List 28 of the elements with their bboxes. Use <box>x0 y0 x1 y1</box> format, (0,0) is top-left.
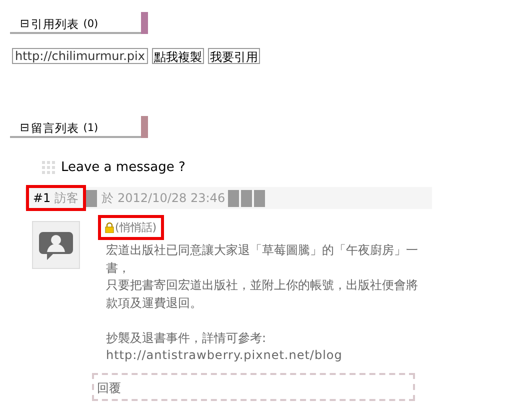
reply-link[interactable]: 回覆 <box>92 372 415 400</box>
redacted-block <box>228 190 240 206</box>
comment-text: 宏道出版社已同意讓大家退「草莓圖騰」的「午夜廚房」一書， <box>106 242 419 276</box>
trackback-button[interactable]: 我要引用 <box>208 48 260 64</box>
comment-author: 訪客 <box>54 190 79 206</box>
redacted-block <box>241 190 252 206</box>
leave-message-link[interactable]: Leave a message ? <box>61 160 186 175</box>
blog-link[interactable]: http://antistrawberry.pixnet.net/blog <box>106 347 422 364</box>
url-field[interactable]: http://chilimurmur.pix <box>12 48 148 64</box>
section-title: 引用列表 <box>31 16 80 32</box>
grid-icon <box>42 161 55 174</box>
collapse-toggle[interactable]: ⊟ <box>20 120 30 136</box>
collapse-toggle[interactable]: ⊟ <box>20 16 30 32</box>
lock-icon <box>105 222 114 233</box>
trackback-button[interactable]: 點我複製 <box>152 48 204 64</box>
redacted-block <box>254 190 266 206</box>
comment-number: #1 <box>33 191 51 205</box>
comment-text: 只要把書寄回宏道出版社，並附上你的帳號，出版社便會將款項及運費退回。 <box>106 277 419 312</box>
redacted-block <box>86 190 97 206</box>
header-accent <box>141 116 148 138</box>
section-count: (1) <box>83 121 98 136</box>
comment-date: 於 2012/10/28 23:46 <box>102 190 226 206</box>
header-accent <box>141 12 148 34</box>
private-label: (悄悄話) <box>115 220 157 235</box>
section-count: (0) <box>83 17 98 32</box>
avatar-icon <box>32 221 80 269</box>
comment-text: 抄襲及退書事件，詳情可參考: <box>106 330 268 346</box>
section-title: 留言列表 <box>31 120 80 136</box>
